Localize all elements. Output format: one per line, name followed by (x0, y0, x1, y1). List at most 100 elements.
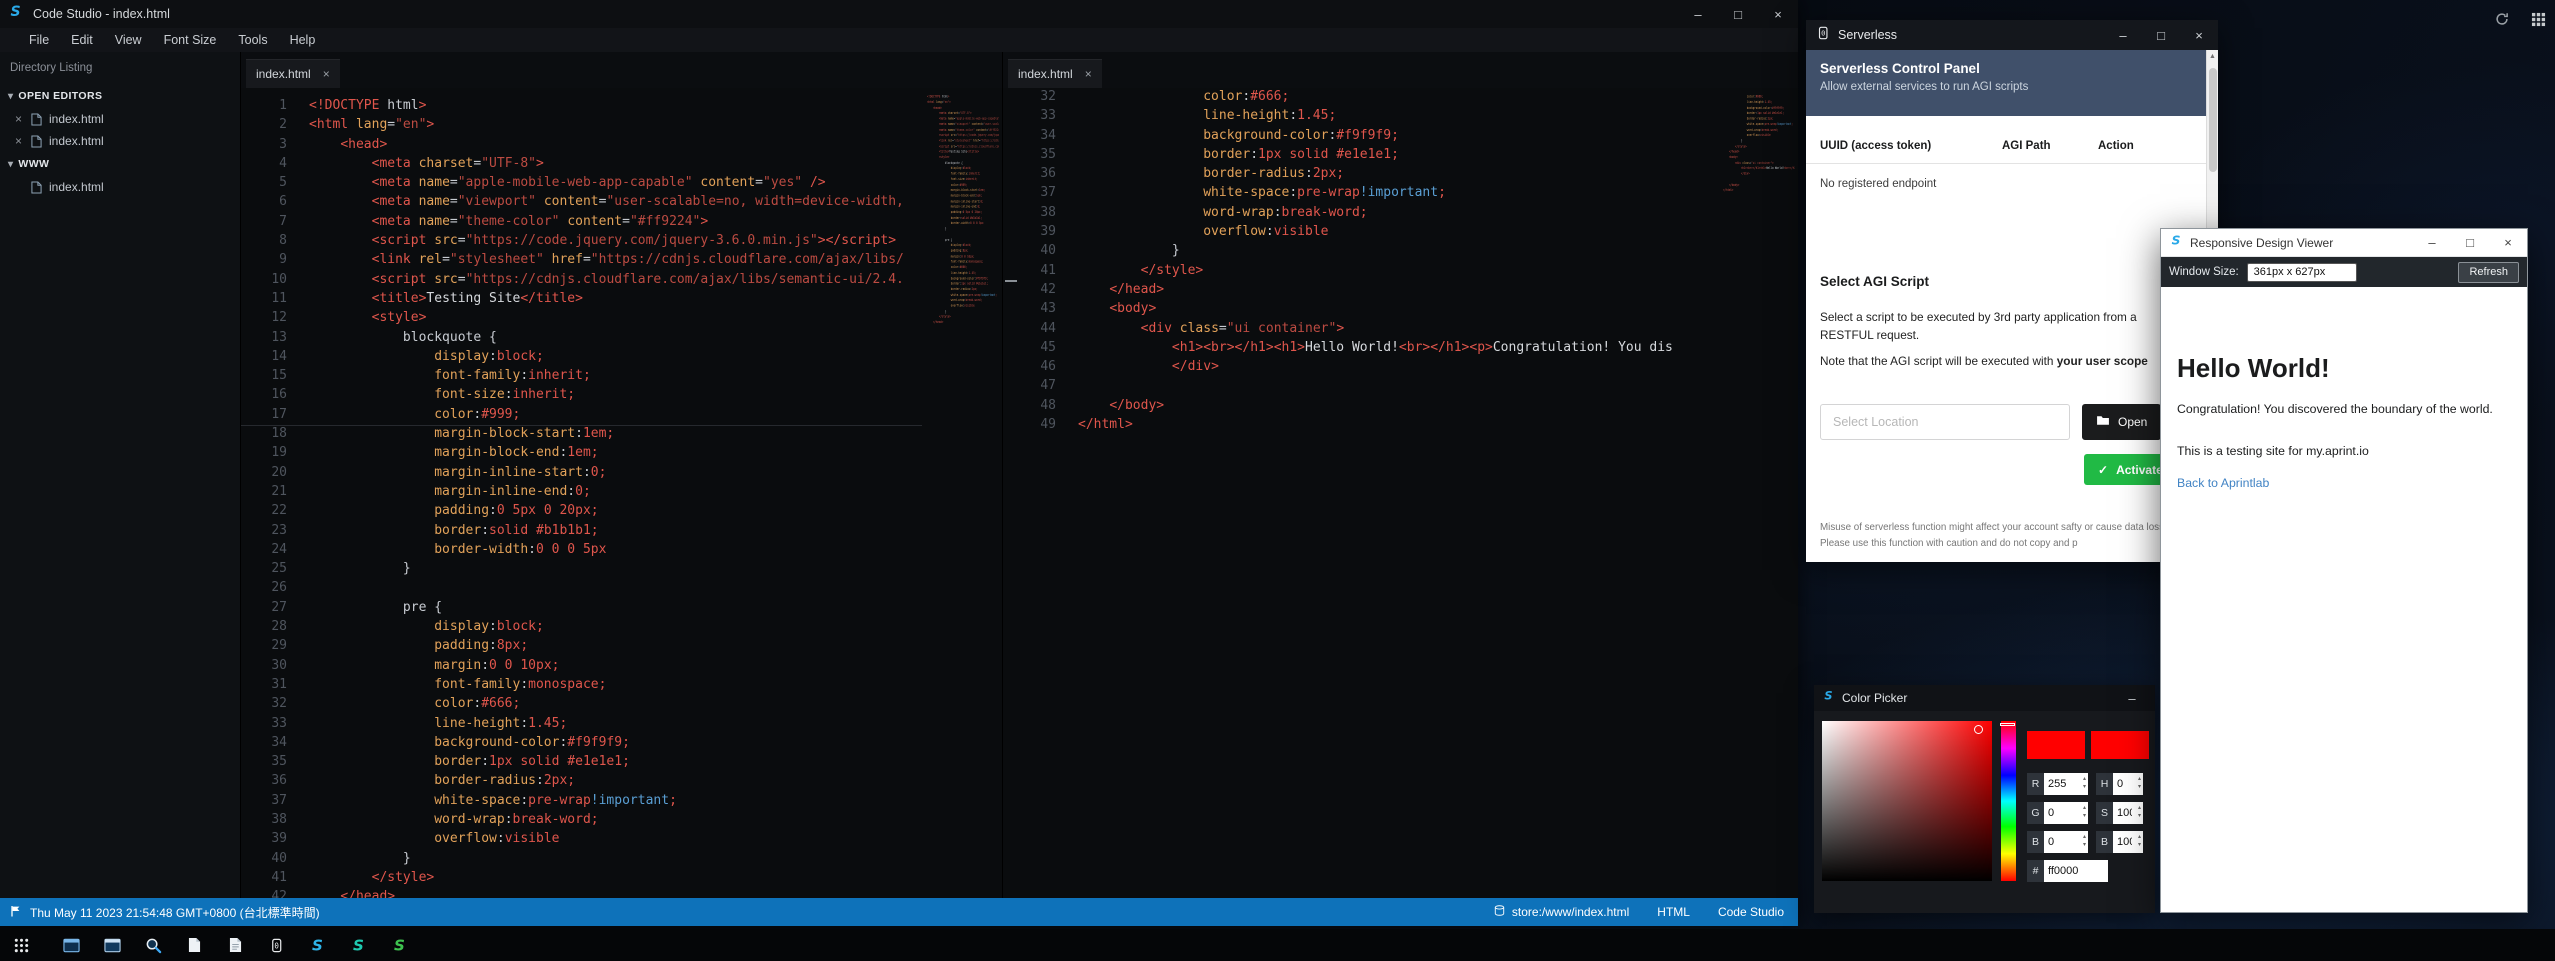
status-language[interactable]: HTML (1657, 905, 1690, 919)
taskbar-app-window-app-1[interactable] (59, 933, 83, 957)
file-name: index.html (49, 134, 104, 148)
menu-bar: FileEditViewFont SizeToolsHelp (0, 28, 1798, 52)
taskbar-app-code-studio-teal[interactable]: S (346, 933, 370, 957)
menu-tools[interactable]: Tools (227, 33, 278, 47)
close-icon[interactable]: × (2180, 28, 2218, 43)
taskbar-app-search[interactable] (141, 933, 165, 957)
scroll-up-icon[interactable]: ▲ (2207, 50, 2218, 60)
status-bar: Thu May 11 2023 21:54:48 GMT+0800 (台北標準時… (0, 898, 1798, 926)
stepper-arrows-icon[interactable]: ▴▾ (2138, 804, 2141, 820)
stepper-arrows-icon[interactable]: ▴▾ (2138, 833, 2141, 849)
fold-marker (1005, 280, 1017, 282)
line-numbers: 323334353637383940414243444546474849 (1003, 88, 1070, 898)
location-input[interactable] (1820, 404, 2070, 440)
status-app-name[interactable]: Code Studio (1718, 905, 1784, 919)
sidebar-section-open-editors[interactable]: ▾OPEN EDITORS (0, 84, 240, 108)
folder-icon (2096, 415, 2110, 429)
svg-text:0: 0 (274, 941, 279, 950)
close-tab-icon[interactable]: × (323, 67, 330, 81)
minimize-icon[interactable]: – (2413, 235, 2451, 250)
taskbar-app-text-file[interactable] (223, 933, 247, 957)
remote-flag-icon[interactable] (10, 905, 22, 920)
hue-cursor[interactable] (2000, 723, 2015, 726)
refresh-icon[interactable] (2491, 8, 2513, 30)
sidebar-file-item[interactable]: × index.html (0, 130, 240, 152)
color-field-row: B▴▾B▴▾ (2027, 831, 2151, 853)
close-file-icon[interactable]: × (13, 134, 24, 148)
window-size-input[interactable] (2247, 263, 2357, 282)
select-script-title: Select AGI Script (1820, 274, 1929, 289)
current-color-swatch (2027, 731, 2085, 759)
saturation-cursor[interactable] (1974, 725, 1983, 734)
minimize-icon[interactable]: – (2104, 28, 2142, 43)
caret-down-icon: ▾ (8, 159, 13, 170)
stepper-arrows-icon[interactable]: ▴▾ (2138, 775, 2141, 791)
stepper-arrows-icon[interactable]: ▴▾ (2083, 833, 2086, 849)
sid ebar-title: Directory Listing (0, 52, 240, 84)
taskbar-app-serverless[interactable]: 0 (264, 933, 288, 957)
responsive-viewer-titlebar[interactable]: S Responsive Design Viewer – □ × (2161, 229, 2527, 257)
color-picker-window: S Color Picker – R▴▾H▴▾G▴▾S▴▾B▴▾B▴▾# (1814, 685, 2155, 913)
stepper-arrows-icon[interactable]: ▴▾ (2083, 804, 2086, 820)
page-heading: Hello World! (2177, 353, 2511, 383)
label-hsb-s: S (2096, 802, 2113, 824)
close-tab-icon[interactable]: × (1085, 67, 1092, 81)
open-button[interactable]: Open (2082, 404, 2161, 440)
minimap[interactable]: <!DOCTYPE html><html lang="en"> <head> <… (927, 94, 999, 328)
menu-file[interactable]: File (18, 33, 60, 47)
rgb-r-input[interactable] (2044, 773, 2088, 795)
taskbar-app-file-manager[interactable] (182, 933, 206, 957)
taskbar-app-code-studio-blue[interactable]: S (305, 933, 329, 957)
editor-pane-left: index.html × 123456789101112131415161718… (241, 52, 1003, 898)
new-color-swatch (2091, 731, 2149, 759)
serverless-titlebar[interactable]: 0 Serverless – □ × (1806, 20, 2218, 50)
scrollbar-thumb[interactable] (2209, 68, 2217, 172)
sidebar-section-label: WWW (18, 158, 49, 170)
hue-slider[interactable] (2001, 721, 2016, 881)
refresh-button[interactable]: Refresh (2458, 262, 2519, 283)
menu-view[interactable]: View (104, 33, 153, 47)
file-icon (31, 135, 42, 148)
maximize-icon[interactable]: □ (2451, 235, 2489, 250)
taskbar-app-code-studio-green[interactable]: S (387, 933, 411, 957)
sidebar-file-item[interactable]: ×index.html (0, 108, 240, 130)
close-file-icon[interactable]: × (13, 112, 24, 126)
hex-input[interactable] (2044, 860, 2108, 882)
window-size-label: Window Size: (2169, 266, 2239, 278)
editor-tab-index-html[interactable]: index.html × (246, 59, 340, 88)
editor-tab-index-html[interactable]: index.html × (1008, 59, 1102, 88)
sidebar-file-item[interactable]: index.html (0, 176, 240, 198)
taskbar-app-window-app-2[interactable] (100, 933, 124, 957)
code-studio-titlebar[interactable]: S Code Studio - index.html – □ × (0, 0, 1798, 28)
maximize-icon[interactable]: □ (2142, 28, 2180, 43)
back-link[interactable]: Back to Aprintlab (2177, 476, 2269, 490)
rgb-g-input[interactable] (2044, 802, 2088, 824)
minimap[interactable]: color:#666; line-height:1.45; background… (1723, 94, 1795, 196)
start-button[interactable] (9, 933, 33, 957)
label-r: R (2027, 773, 2044, 795)
menu-edit[interactable]: Edit (60, 33, 104, 47)
minimize-icon[interactable]: – (2119, 691, 2145, 706)
code-editor-left[interactable]: 1234567891011121314151617181920212223242… (241, 88, 1002, 898)
label-hsb-b: B (2096, 831, 2113, 853)
code-content[interactable]: color:#666; line-height:1.45; background… (1070, 88, 1798, 898)
maximize-icon[interactable]: □ (1718, 7, 1758, 22)
status-file-path-item[interactable]: store:/www/index.html (1494, 905, 1629, 919)
stepper-arrows-icon[interactable]: ▴▾ (2083, 775, 2086, 791)
sidebar-section-www[interactable]: ▾ WWW (0, 152, 240, 176)
check-icon: ✓ (2098, 463, 2108, 477)
rgb-b-input[interactable] (2044, 831, 2088, 853)
menu-help[interactable]: Help (279, 33, 327, 47)
menu-font-size[interactable]: Font Size (153, 33, 228, 47)
color-picker-titlebar[interactable]: S Color Picker – (1814, 685, 2155, 711)
close-icon[interactable]: × (2489, 235, 2527, 250)
apps-grid-icon[interactable] (2527, 8, 2549, 30)
code-content[interactable]: <!DOCTYPE html><html lang="en"> <head> <… (301, 88, 1002, 898)
code-editor-right[interactable]: 323334353637383940414243444546474849 col… (1003, 88, 1798, 898)
caret-down-icon: ▾ (8, 91, 13, 102)
page-paragraph-2: This is a testing site for my.aprint.io (2177, 444, 2503, 458)
label-hsb-h: H (2096, 773, 2113, 795)
saturation-square[interactable] (1822, 721, 1992, 881)
minimize-icon[interactable]: – (1678, 7, 1718, 22)
close-icon[interactable]: × (1758, 7, 1798, 22)
